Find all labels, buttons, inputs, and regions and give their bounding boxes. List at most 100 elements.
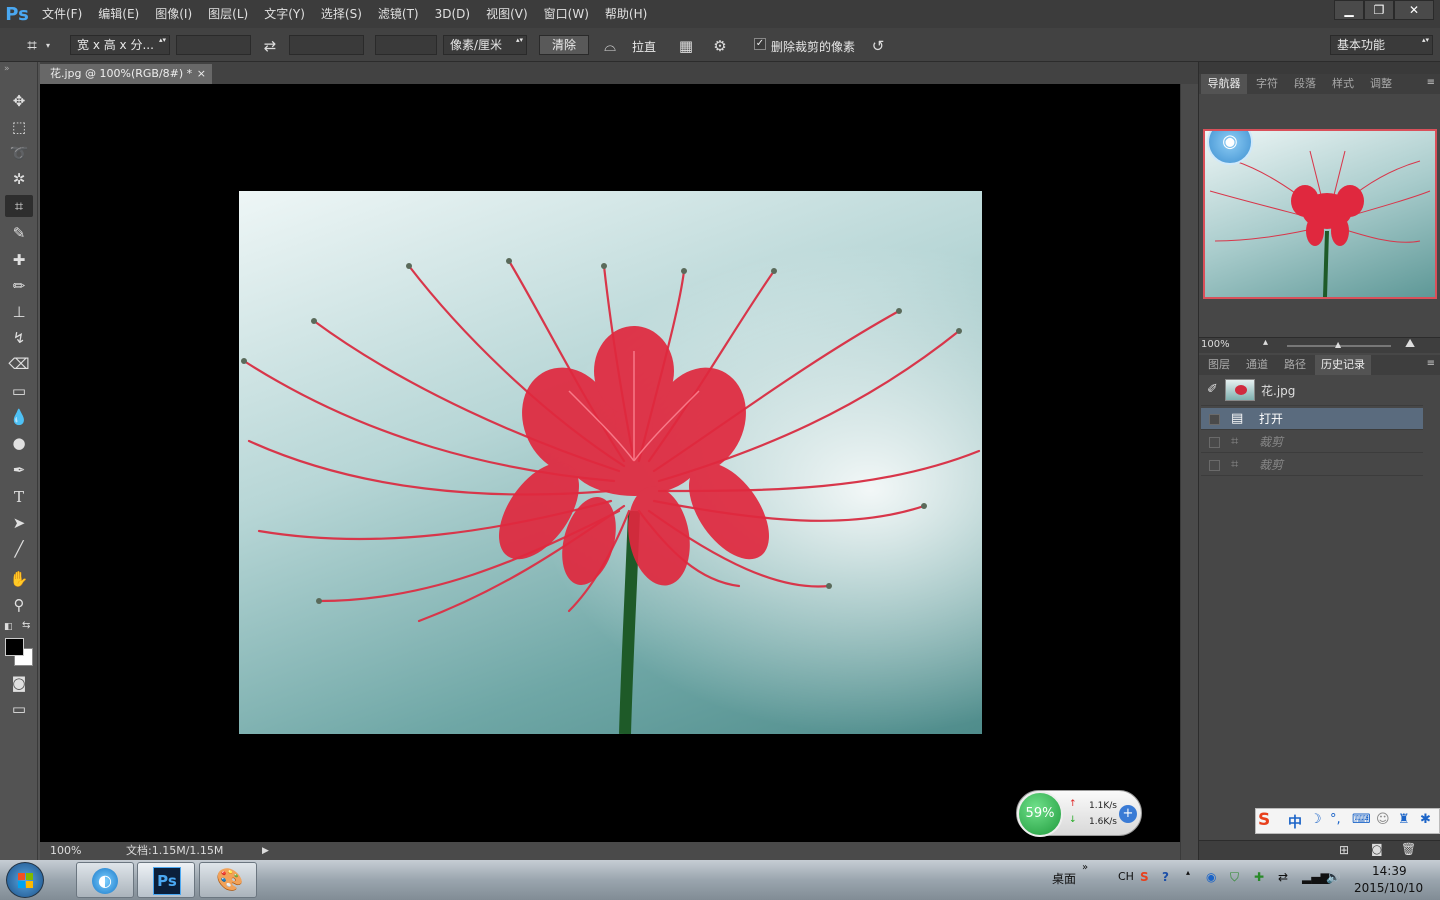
document-tab[interactable]: 花.jpg @ 100%(RGB/8#) * × bbox=[40, 64, 212, 84]
history-item[interactable]: ⌗ 裁剪 bbox=[1201, 454, 1423, 476]
zoom-out-icon[interactable]: ▴ bbox=[1263, 337, 1268, 348]
ratio-dropdown[interactable]: 宽 x 高 x 分... bbox=[70, 35, 170, 55]
taskbar-paint-button[interactable]: 🎨 bbox=[199, 862, 257, 898]
workspace-dropdown[interactable]: 基本功能 bbox=[1330, 35, 1433, 55]
reset-icon[interactable]: ↺ bbox=[868, 36, 888, 56]
straighten-icon[interactable]: ⌓ bbox=[600, 36, 620, 56]
tool-preset-chevron-icon[interactable]: ▾ bbox=[42, 36, 54, 56]
tab-paragraph[interactable]: 段落 bbox=[1287, 74, 1323, 94]
brush-tool-icon[interactable]: ✏ bbox=[5, 275, 33, 297]
history-brush-source-icon[interactable]: ✐ bbox=[1207, 382, 1218, 397]
tab-character[interactable]: 字符 bbox=[1249, 74, 1285, 94]
overlay-grid-icon[interactable]: ▦ bbox=[676, 36, 696, 56]
vertical-scrollbar[interactable] bbox=[1180, 84, 1198, 860]
menu-item[interactable]: 编辑(E) bbox=[90, 0, 147, 28]
desktop-label[interactable]: 桌面 bbox=[1052, 870, 1076, 887]
taskbar-browser-button[interactable]: ◐ bbox=[76, 862, 134, 898]
resolution-field[interactable] bbox=[375, 35, 437, 55]
trash-icon[interactable]: 🗑 bbox=[1401, 842, 1416, 856]
add-icon[interactable]: + bbox=[1119, 805, 1137, 823]
network-monitor-widget[interactable]: 59% ↑ 1.1K/s ↓ 1.6K/s + bbox=[1016, 790, 1142, 837]
start-button[interactable] bbox=[6, 862, 44, 898]
history-panel-menu-icon[interactable]: ≡ bbox=[1427, 358, 1435, 369]
antivirus-icon[interactable]: ✚ bbox=[1254, 870, 1264, 884]
flower-image[interactable] bbox=[239, 191, 982, 734]
new-document-from-state-icon[interactable]: ⊞ bbox=[1339, 843, 1349, 857]
menu-item[interactable]: 视图(V) bbox=[478, 0, 536, 28]
clear-button[interactable]: 清除 bbox=[539, 35, 589, 55]
minimize-button[interactable]: ▁ bbox=[1334, 0, 1364, 20]
gradient-tool-icon[interactable]: ▭ bbox=[5, 380, 33, 402]
zoom-slider-thumb[interactable]: ▲ bbox=[1335, 340, 1341, 349]
eyedropper-tool-icon[interactable]: ✎ bbox=[5, 222, 33, 244]
pen-tool-icon[interactable]: ✒ bbox=[5, 459, 33, 481]
menu-item[interactable]: 窗口(W) bbox=[536, 0, 597, 28]
menu-item[interactable]: 图像(I) bbox=[147, 0, 200, 28]
toolbar-expand-icon[interactable]: » bbox=[1082, 862, 1088, 873]
navigator-zoom-value[interactable]: 100% bbox=[1201, 339, 1230, 350]
history-source-checkbox[interactable] bbox=[1209, 414, 1220, 425]
help-icon[interactable]: ? bbox=[1162, 870, 1169, 884]
menu-item[interactable]: 选择(S) bbox=[313, 0, 370, 28]
hand-tool-icon[interactable]: ✋ bbox=[5, 568, 33, 590]
language-indicator[interactable]: CH bbox=[1118, 870, 1134, 883]
clock-date[interactable]: 2015/10/10 bbox=[1354, 881, 1423, 895]
marquee-tool-icon[interactable]: ⬚ bbox=[5, 116, 33, 138]
sogou-logo-icon[interactable]: S bbox=[1258, 810, 1270, 830]
clock-time[interactable]: 14:39 bbox=[1372, 864, 1407, 878]
menu-item[interactable]: 帮助(H) bbox=[597, 0, 655, 28]
menu-item[interactable]: 文件(F) bbox=[34, 0, 90, 28]
panel-menu-icon[interactable]: ≡ bbox=[1427, 77, 1435, 88]
dodge-tool-icon[interactable]: ● bbox=[5, 432, 33, 454]
straighten-button[interactable]: 拉直 bbox=[632, 38, 656, 55]
skin-shirt-icon[interactable]: ♜ bbox=[1398, 812, 1410, 827]
navigator-thumbnail[interactable]: ◉ bbox=[1203, 129, 1437, 299]
delete-cropped-checkbox[interactable]: ✓ bbox=[754, 38, 766, 50]
sogou-tray-icon[interactable]: S bbox=[1140, 870, 1149, 884]
settings-gear-icon[interactable]: ⚙ bbox=[710, 36, 730, 56]
foreground-color-swatch[interactable] bbox=[5, 638, 24, 656]
history-brush-tool-icon[interactable]: ↯ bbox=[5, 327, 33, 349]
tab-history[interactable]: 历史记录 bbox=[1315, 355, 1371, 375]
lasso-tool-icon[interactable]: ➰ bbox=[5, 142, 33, 164]
moon-icon[interactable]: ☽ bbox=[1310, 812, 1322, 827]
menu-item[interactable]: 3D(D) bbox=[427, 0, 478, 28]
ime-mode-label[interactable]: 中 bbox=[1288, 812, 1302, 832]
tab-adjustments[interactable]: 调整 bbox=[1363, 74, 1399, 94]
history-item[interactable]: ⌗ 裁剪 bbox=[1201, 431, 1423, 453]
line-tool-icon[interactable]: ╱ bbox=[5, 538, 33, 560]
blur-tool-icon[interactable]: 💧 bbox=[5, 406, 33, 428]
menu-item[interactable]: 文字(Y) bbox=[256, 0, 313, 28]
tools-wrench-icon[interactable]: ✱ bbox=[1420, 812, 1431, 827]
tray-expand-icon[interactable]: ▴ bbox=[1186, 868, 1190, 877]
history-source-checkbox[interactable] bbox=[1209, 437, 1220, 448]
security-shield-icon[interactable]: ⛉ bbox=[1230, 870, 1239, 885]
crop-tool-icon[interactable]: ⌗ bbox=[22, 36, 42, 56]
network-tray-icon[interactable]: ◉ bbox=[1206, 870, 1216, 884]
tab-layers[interactable]: 图层 bbox=[1201, 355, 1237, 375]
type-tool-icon[interactable]: T bbox=[5, 486, 33, 508]
screen-mode-icon[interactable]: ▭ bbox=[5, 698, 33, 720]
taskbar-photoshop-button[interactable]: Ps bbox=[137, 862, 195, 898]
snapshot-row[interactable]: ✐ 花.jpg bbox=[1201, 376, 1423, 406]
stamp-tool-icon[interactable]: ⊥ bbox=[5, 301, 33, 323]
history-source-checkbox[interactable] bbox=[1209, 460, 1220, 471]
tab-channels[interactable]: 通道 bbox=[1239, 355, 1275, 375]
path-selection-tool-icon[interactable]: ➤ bbox=[5, 512, 33, 534]
history-item[interactable]: ▤ 打开 bbox=[1201, 408, 1423, 430]
healing-brush-tool-icon[interactable]: ✚ bbox=[5, 249, 33, 271]
move-tool-icon[interactable]: ✥ bbox=[5, 90, 33, 112]
close-button[interactable]: ✕ bbox=[1394, 0, 1434, 20]
quick-mask-icon[interactable]: ◙ bbox=[5, 672, 33, 694]
default-colors-icon[interactable]: ◧ bbox=[4, 622, 13, 632]
tab-navigator[interactable]: 导航器 bbox=[1201, 74, 1247, 94]
zoom-in-icon[interactable]: ⛰ bbox=[1405, 336, 1415, 351]
camera-snapshot-icon[interactable]: ◙ bbox=[1371, 842, 1383, 856]
user-icon[interactable]: ☺ bbox=[1376, 812, 1390, 827]
restore-button[interactable]: ❐ bbox=[1364, 0, 1394, 20]
crop-tool-icon-active[interactable]: ⌗ bbox=[5, 195, 33, 217]
punctuation-icon[interactable]: °, bbox=[1330, 812, 1341, 827]
document-close-icon[interactable]: × bbox=[197, 64, 206, 84]
unit-dropdown[interactable]: 像素/厘米 bbox=[443, 35, 527, 55]
tab-paths[interactable]: 路径 bbox=[1277, 355, 1313, 375]
